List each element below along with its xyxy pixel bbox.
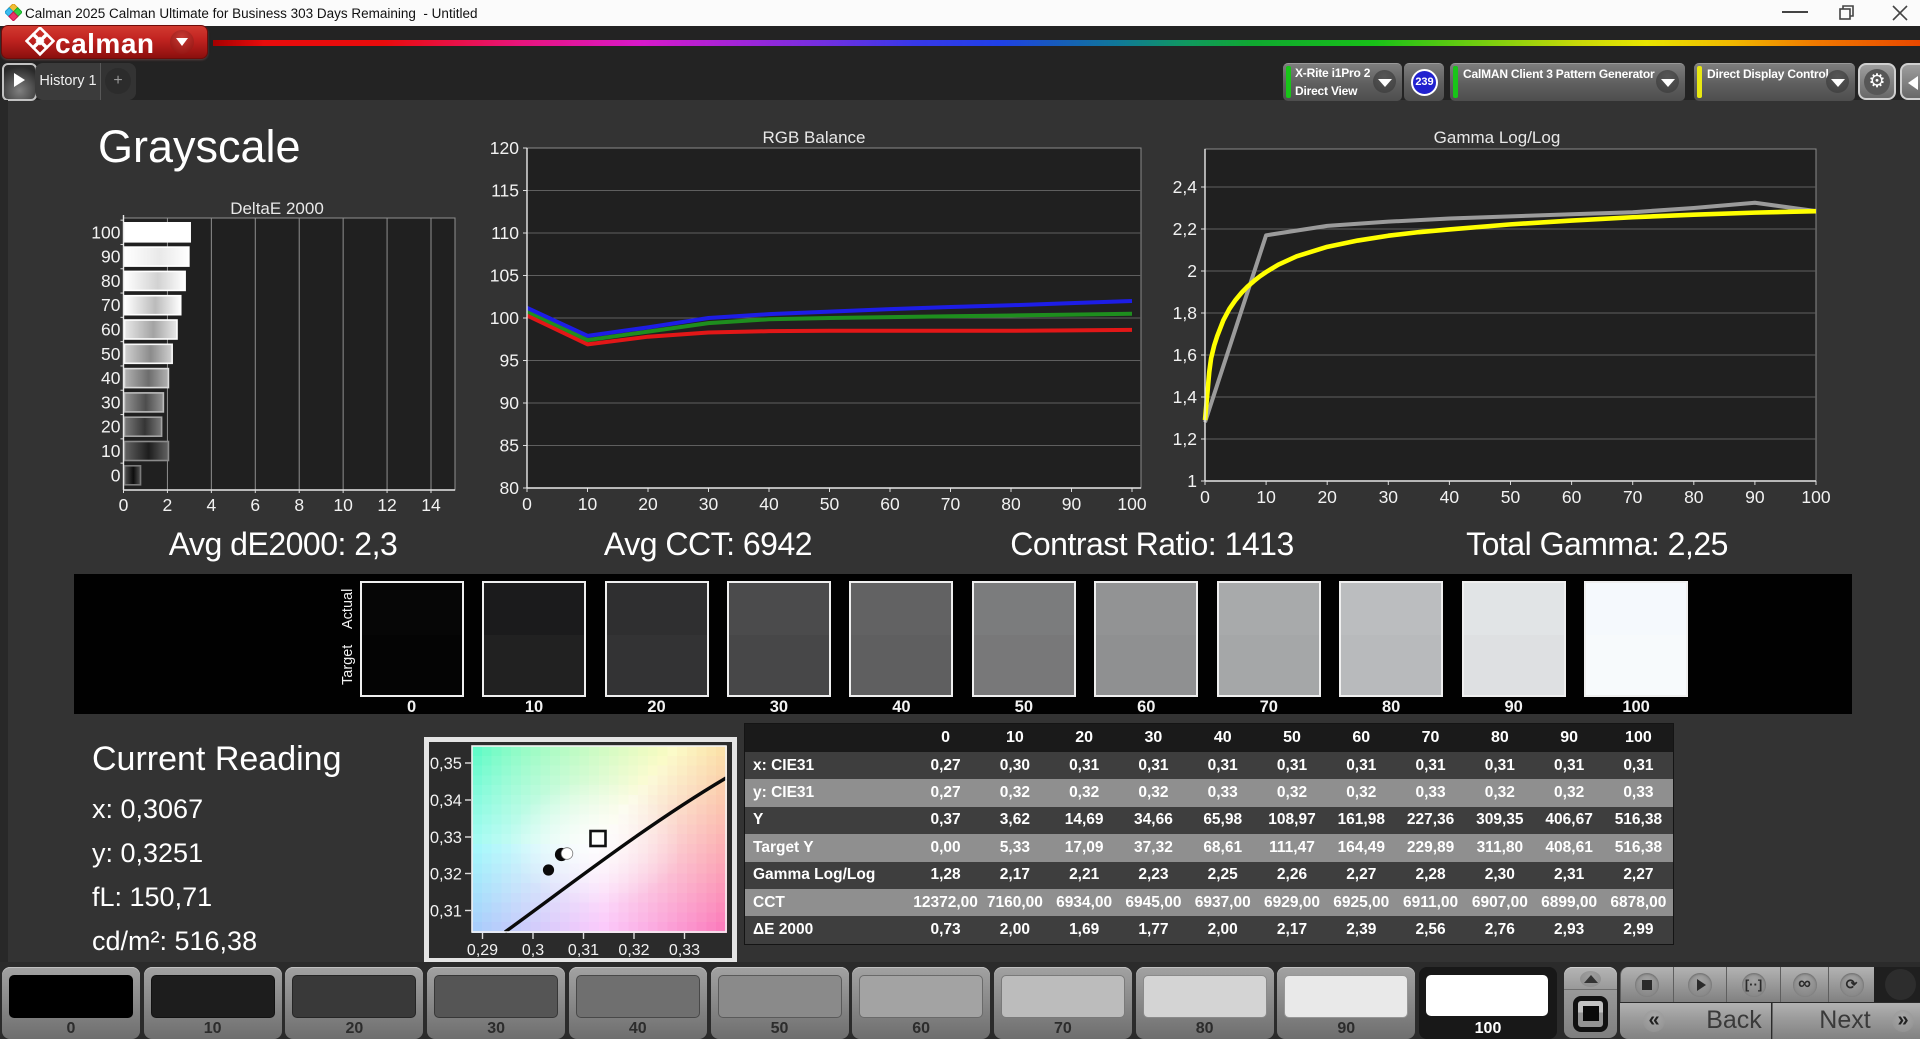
svg-text:30: 30 <box>1379 487 1399 507</box>
svg-text:40: 40 <box>101 368 121 388</box>
svg-text:10: 10 <box>333 495 353 515</box>
svg-text:20: 20 <box>1317 487 1337 507</box>
svg-text:1,6: 1,6 <box>1173 345 1197 365</box>
svg-text:8: 8 <box>294 495 304 515</box>
svg-text:90: 90 <box>101 247 121 267</box>
svg-text:30: 30 <box>699 494 719 514</box>
svg-text:0,33: 0,33 <box>669 942 700 959</box>
svg-text:2,2: 2,2 <box>1173 219 1197 239</box>
svg-text:0,29: 0,29 <box>467 942 498 959</box>
svg-text:60: 60 <box>1562 487 1582 507</box>
svg-text:1,2: 1,2 <box>1173 429 1197 449</box>
svg-text:40: 40 <box>1440 487 1460 507</box>
svg-text:0,35: 0,35 <box>430 755 462 773</box>
svg-text:120: 120 <box>490 138 519 158</box>
svg-text:40: 40 <box>759 494 779 514</box>
svg-text:100: 100 <box>490 308 519 328</box>
svg-text:70: 70 <box>101 295 121 315</box>
svg-text:0: 0 <box>1200 487 1210 507</box>
svg-text:70: 70 <box>1623 487 1643 507</box>
svg-text:0,32: 0,32 <box>430 866 462 884</box>
svg-text:95: 95 <box>500 351 519 371</box>
svg-text:110: 110 <box>491 223 519 243</box>
svg-text:0,33: 0,33 <box>430 829 462 847</box>
svg-text:10: 10 <box>1256 487 1276 507</box>
svg-text:0,31: 0,31 <box>430 903 462 921</box>
svg-text:70: 70 <box>941 494 961 514</box>
svg-text:80: 80 <box>101 271 121 291</box>
svg-text:2: 2 <box>1187 261 1197 281</box>
svg-text:0,34: 0,34 <box>430 792 462 810</box>
svg-text:Gamma Log/Log: Gamma Log/Log <box>1434 128 1561 147</box>
svg-text:20: 20 <box>638 494 658 514</box>
svg-text:115: 115 <box>491 181 519 201</box>
svg-text:6: 6 <box>250 495 260 515</box>
svg-text:85: 85 <box>500 436 519 456</box>
svg-text:90: 90 <box>500 393 520 413</box>
svg-text:60: 60 <box>101 320 121 340</box>
svg-text:60: 60 <box>880 494 900 514</box>
svg-text:100: 100 <box>1117 494 1146 514</box>
svg-text:10: 10 <box>578 494 598 514</box>
svg-text:100: 100 <box>1801 487 1830 507</box>
svg-text:105: 105 <box>490 266 519 286</box>
svg-text:1,4: 1,4 <box>1173 387 1198 407</box>
svg-text:90: 90 <box>1745 487 1765 507</box>
svg-text:0,31: 0,31 <box>568 942 599 959</box>
svg-text:0,32: 0,32 <box>618 942 649 959</box>
svg-text:12: 12 <box>377 495 396 515</box>
svg-text:50: 50 <box>101 344 121 364</box>
svg-text:2: 2 <box>163 495 173 515</box>
svg-text:0: 0 <box>119 495 129 515</box>
svg-text:100: 100 <box>91 222 120 242</box>
svg-text:0: 0 <box>111 465 121 485</box>
svg-text:80: 80 <box>500 478 520 498</box>
svg-text:20: 20 <box>101 417 121 437</box>
svg-text:RGB Balance: RGB Balance <box>763 128 866 147</box>
svg-text:50: 50 <box>820 494 840 514</box>
svg-text:4: 4 <box>206 495 216 515</box>
svg-text:10: 10 <box>101 441 121 461</box>
svg-text:80: 80 <box>1001 494 1021 514</box>
svg-text:0: 0 <box>522 494 532 514</box>
svg-text:90: 90 <box>1062 494 1082 514</box>
svg-text:14: 14 <box>421 495 441 515</box>
svg-text:80: 80 <box>1684 487 1704 507</box>
svg-text:2,4: 2,4 <box>1173 177 1198 197</box>
svg-text:DeltaE 2000: DeltaE 2000 <box>230 199 324 218</box>
svg-text:1,8: 1,8 <box>1173 303 1197 323</box>
svg-text:0,3: 0,3 <box>522 942 544 959</box>
svg-text:30: 30 <box>101 392 121 412</box>
svg-text:1: 1 <box>1187 471 1197 491</box>
svg-text:50: 50 <box>1501 487 1521 507</box>
